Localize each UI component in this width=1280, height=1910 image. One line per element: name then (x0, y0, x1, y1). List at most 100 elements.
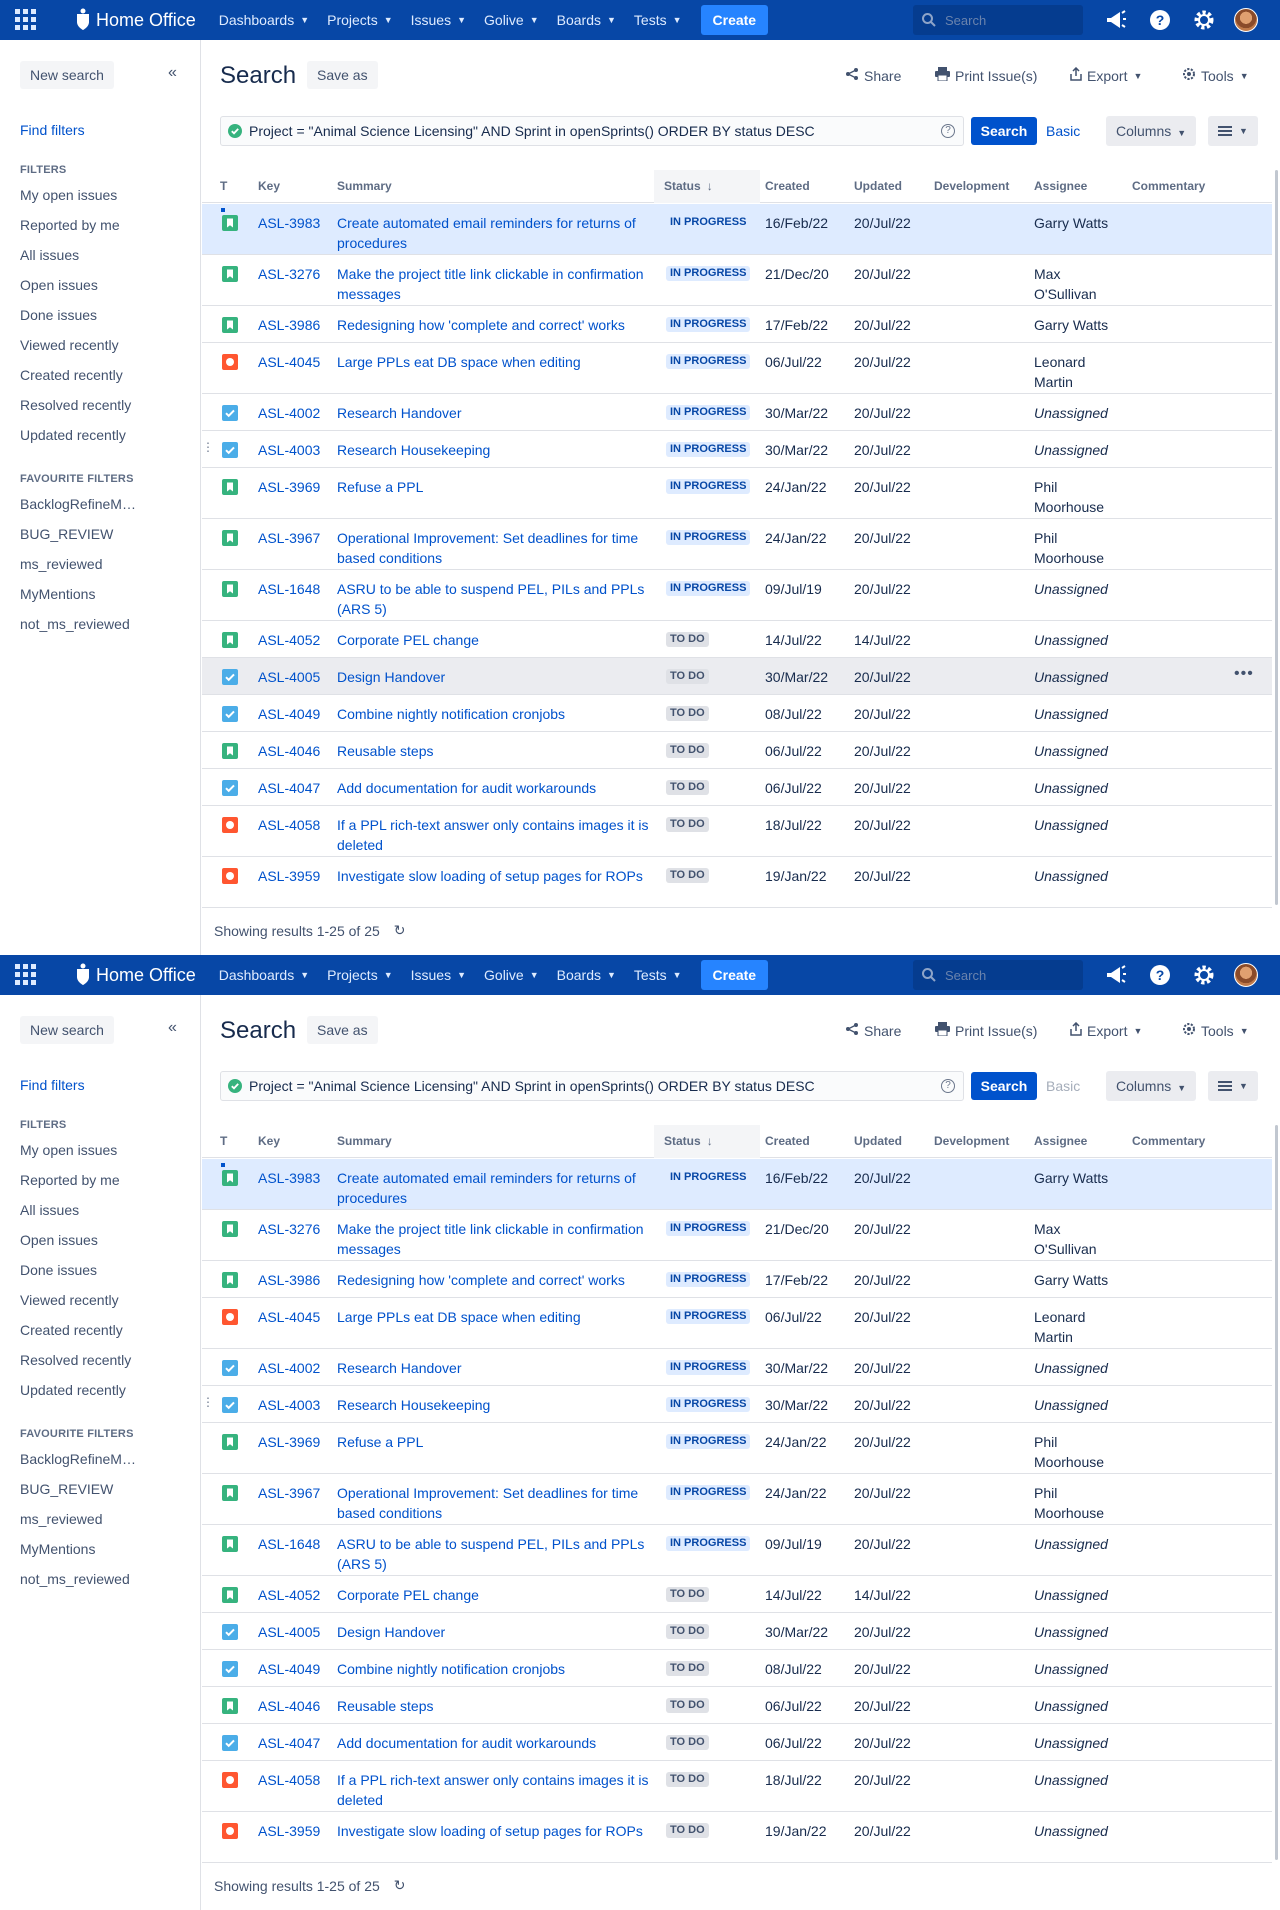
settings-gear-icon[interactable] (1192, 8, 1216, 32)
column-header-created[interactable]: Created (765, 1134, 810, 1148)
column-header-summary[interactable]: Summary (337, 1134, 392, 1148)
global-search-input[interactable] (943, 11, 1073, 29)
table-row[interactable]: ASL-3983 Create automated email reminders… (202, 1159, 1272, 1210)
filter-item[interactable]: Viewed recently (20, 1292, 142, 1308)
basic-mode-link[interactable]: Basic (1046, 1078, 1080, 1094)
table-row[interactable]: ASL-3983 Create automated email reminders… (202, 204, 1272, 255)
issue-summary-link[interactable]: Operational Improvement: Set deadlines f… (337, 1483, 657, 1523)
column-header-key[interactable]: Key (258, 179, 280, 193)
find-filters-link[interactable]: Find filters (20, 1077, 85, 1093)
issue-key-link[interactable]: ASL-3983 (258, 1168, 320, 1188)
table-row[interactable]: ASL-3969 Refuse a PPL IN PROGRESS 24/Jan/22… (202, 468, 1272, 519)
issue-summary-link[interactable]: Design Handover (337, 1622, 657, 1642)
issue-summary-link[interactable]: Investigate slow loading of setup pages … (337, 866, 657, 886)
table-row[interactable]: ASL-3959 Investigate slow loading of setu… (202, 1812, 1272, 1863)
user-avatar[interactable] (1234, 963, 1258, 987)
create-button[interactable]: Create (700, 5, 769, 35)
issue-key-link[interactable]: ASL-3969 (258, 1432, 320, 1452)
column-header-created[interactable]: Created (765, 179, 810, 193)
issue-key-link[interactable]: ASL-3959 (258, 1821, 320, 1841)
issue-key-link[interactable]: ASL-4005 (258, 667, 320, 687)
filter-item[interactable]: Resolved recently (20, 1352, 142, 1368)
column-header-updated[interactable]: Updated (854, 179, 902, 193)
issue-key-link[interactable]: ASL-4049 (258, 1659, 320, 1679)
issue-summary-link[interactable]: Combine nightly notification cronjobs (337, 1659, 657, 1679)
nav-issues[interactable]: Issues ▼ (402, 0, 475, 40)
table-row[interactable]: ASL-3959 Investigate slow loading of setu… (202, 857, 1272, 908)
issue-summary-link[interactable]: Design Handover (337, 667, 657, 687)
table-row[interactable]: ASL-3986 Redesigning how 'complete and co… (202, 306, 1272, 343)
issue-key-link[interactable]: ASL-4047 (258, 1733, 320, 1753)
home-office-logo[interactable]: Home Office (74, 955, 196, 995)
table-row[interactable]: ASL-4002 Research Handover IN PROGRESS 30/M… (202, 1349, 1272, 1386)
issue-summary-link[interactable]: Make the project title link clickable in… (337, 264, 657, 304)
table-scrollbar[interactable] (1275, 170, 1278, 905)
column-header-development[interactable]: Development (934, 1134, 1009, 1148)
collapse-sidebar-icon[interactable]: « (168, 1019, 177, 1037)
share-button[interactable]: Share (845, 1022, 901, 1039)
column-header-status[interactable]: Status ↓ (664, 1134, 713, 1148)
new-search-button[interactable]: New search (20, 61, 114, 89)
column-header-development[interactable]: Development (934, 179, 1009, 193)
column-header-assignee[interactable]: Assignee (1034, 179, 1087, 193)
favourite-filter-item[interactable]: BUG_REVIEW (20, 526, 142, 542)
share-button[interactable]: Share (845, 67, 901, 84)
filter-item[interactable]: Created recently (20, 367, 142, 383)
table-row[interactable]: ASL-4049 Combine nightly notification cro… (202, 695, 1272, 732)
filter-item[interactable]: All issues (20, 1202, 142, 1218)
filter-item[interactable]: Created recently (20, 1322, 142, 1338)
assignee-name[interactable]: Max O'Sullivan (1034, 264, 1124, 304)
issue-summary-link[interactable]: Combine nightly notification cronjobs (337, 704, 657, 724)
issue-summary-link[interactable]: Corporate PEL change (337, 630, 657, 650)
nav-dashboards[interactable]: Dashboards ▼ (210, 0, 318, 40)
favourite-filter-item[interactable]: ms_reviewed (20, 1511, 142, 1527)
table-row[interactable]: ASL-3986 Redesigning how 'complete and co… (202, 1261, 1272, 1298)
issue-key-link[interactable]: ASL-4052 (258, 630, 320, 650)
tools-button[interactable]: Tools ▼ (1182, 1022, 1249, 1039)
issue-key-link[interactable]: ASL-4058 (258, 815, 320, 835)
filter-item[interactable]: Reported by me (20, 217, 142, 233)
issue-summary-link[interactable]: Create automated email reminders for ret… (337, 213, 657, 253)
filter-item[interactable]: Updated recently (20, 427, 142, 443)
nav-golive[interactable]: Golive ▼ (475, 955, 548, 995)
issue-key-link[interactable]: ASL-3986 (258, 1270, 320, 1290)
collapse-sidebar-icon[interactable]: « (168, 64, 177, 82)
filter-item[interactable]: Updated recently (20, 1382, 142, 1398)
nav-golive[interactable]: Golive ▼ (475, 0, 548, 40)
home-office-logo[interactable]: Home Office (74, 0, 196, 40)
filter-item[interactable]: Open issues (20, 277, 142, 293)
favourite-filter-item[interactable]: MyMentions (20, 1541, 142, 1557)
filter-item[interactable]: My open issues (20, 187, 142, 203)
issue-summary-link[interactable]: Refuse a PPL (337, 1432, 657, 1452)
columns-button[interactable]: Columns ▼ (1106, 116, 1197, 146)
issue-key-link[interactable]: ASL-4049 (258, 704, 320, 724)
refresh-icon[interactable]: ↻ (394, 922, 406, 939)
jql-query-input[interactable]: Project = "Animal Science Licensing" AND… (220, 1071, 964, 1101)
table-row[interactable]: ASL-4005 Design Handover TO DO 30/Mar/22 20/… (202, 658, 1272, 695)
issue-summary-link[interactable]: Research Housekeeping (337, 440, 657, 460)
notifications-icon[interactable] (1104, 963, 1128, 987)
table-row[interactable]: ASL-4058 If a PPL rich-text answer only c… (202, 1761, 1272, 1812)
filter-item[interactable]: Viewed recently (20, 337, 142, 353)
table-row[interactable]: ASL-4052 Corporate PEL change TO DO 14/Jul/… (202, 621, 1272, 658)
issue-key-link[interactable]: ASL-4002 (258, 1358, 320, 1378)
column-header-commentary[interactable]: Commentary (1132, 1134, 1205, 1148)
nav-projects[interactable]: Projects ▼ (318, 955, 402, 995)
print-issues-button[interactable]: Print Issue(s) (935, 67, 1037, 84)
table-scrollbar[interactable] (1275, 1125, 1278, 1860)
table-row[interactable]: ASL-3967 Operational Improvement: Set dea… (202, 519, 1272, 570)
jql-help-icon[interactable]: ? (941, 1079, 955, 1093)
refresh-icon[interactable]: ↻ (394, 1877, 406, 1894)
issue-key-link[interactable]: ASL-4002 (258, 403, 320, 423)
issue-key-link[interactable]: ASL-3969 (258, 477, 320, 497)
table-row[interactable]: ASL-4046 Reusable steps TO DO 06/Jul/22 20/J… (202, 1687, 1272, 1724)
issue-summary-link[interactable]: ASRU to be able to suspend PEL, PILs and… (337, 1534, 657, 1574)
basic-mode-link[interactable]: Basic (1046, 123, 1080, 139)
issue-summary-link[interactable]: Research Handover (337, 1358, 657, 1378)
table-row[interactable]: ASL-4002 Research Handover IN PROGRESS 30/M… (202, 394, 1272, 431)
column-header-summary[interactable]: Summary (337, 179, 392, 193)
issue-key-link[interactable]: ASL-4005 (258, 1622, 320, 1642)
column-header-assignee[interactable]: Assignee (1034, 1134, 1087, 1148)
issue-key-link[interactable]: ASL-3986 (258, 315, 320, 335)
issue-summary-link[interactable]: Reusable steps (337, 1696, 657, 1716)
